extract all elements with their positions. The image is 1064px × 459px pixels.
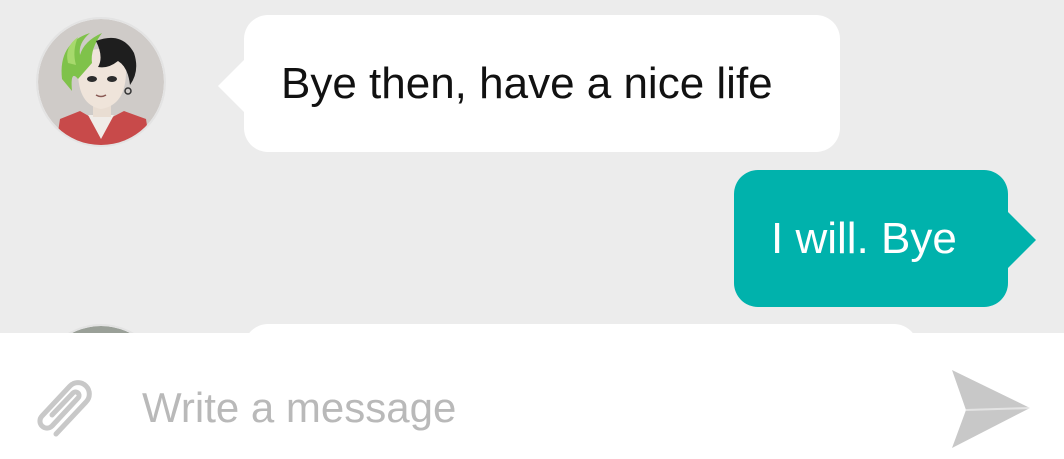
outgoing-bubble-tail: [1006, 210, 1036, 270]
incoming-message-bubble[interactable]: [244, 324, 918, 333]
message-input[interactable]: [130, 376, 910, 440]
sender-avatar[interactable]: [38, 19, 164, 145]
message-text: Bye then, have a nice life: [281, 58, 773, 108]
paperclip-icon[interactable]: [28, 372, 100, 444]
anime-character-avatar-image: [38, 19, 164, 145]
outgoing-message-bubble[interactable]: I will. Bye: [734, 170, 1008, 307]
incoming-bubble-tail: [218, 58, 246, 114]
incoming-message-bubble[interactable]: Bye then, have a nice life: [244, 15, 840, 152]
send-icon[interactable]: [946, 368, 1032, 450]
chat-area[interactable]: Bye then, have a nice life I will. Bye: [0, 0, 1064, 333]
sender-avatar[interactable]: [38, 326, 164, 333]
anime-character-avatar-image: [72, 326, 130, 333]
send-arrow-graphic: [952, 370, 1031, 448]
message-text: I will. Bye: [771, 213, 957, 263]
paperclip-icon-graphic: [37, 380, 92, 437]
